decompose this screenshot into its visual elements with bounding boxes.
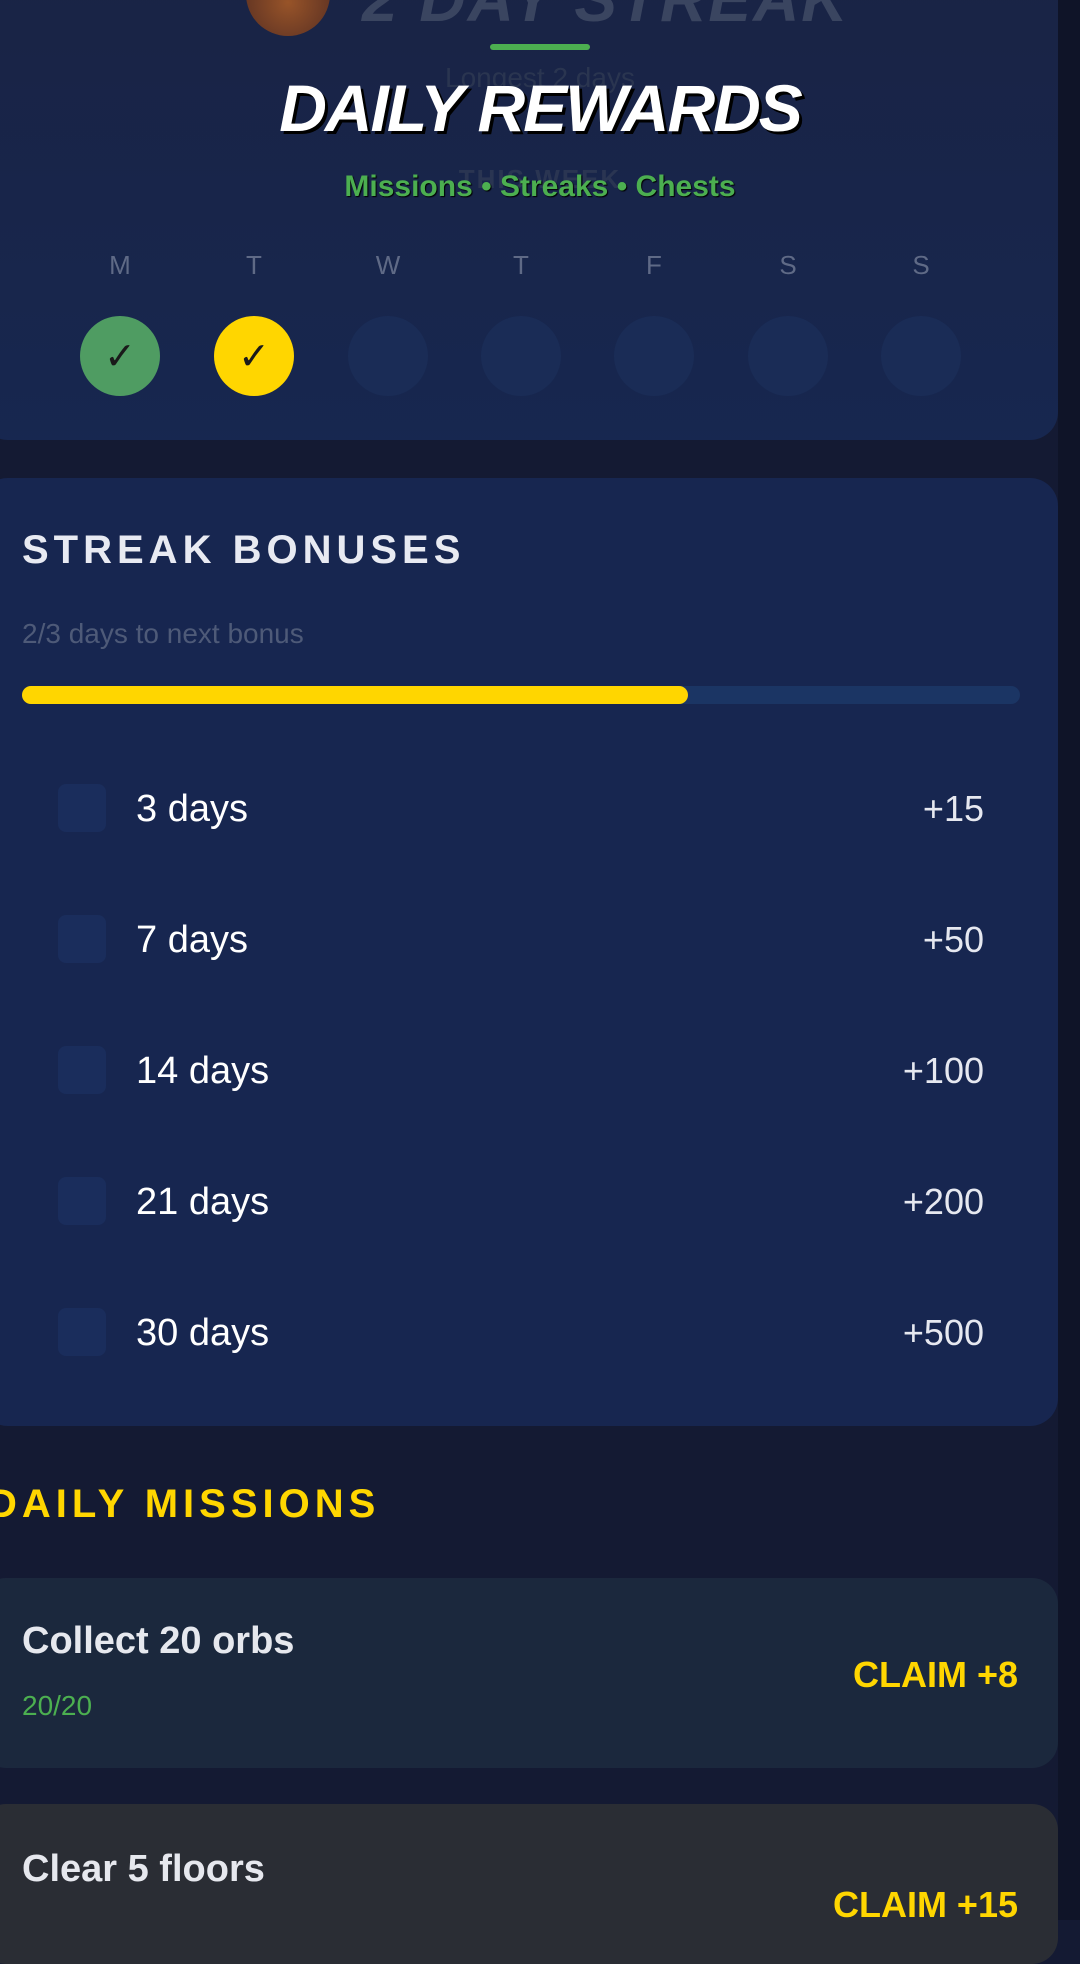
day-saturday: S	[748, 250, 828, 396]
mission-name: Clear 5 floors	[22, 1848, 265, 1890]
daily-missions-title: DAILY MISSIONS	[0, 1482, 381, 1526]
day-label: T	[246, 250, 262, 280]
day-thursday: T	[481, 250, 561, 396]
day-sunday: S	[881, 250, 961, 396]
page-title: DAILY REWARDS	[279, 71, 803, 145]
day-status-dot	[348, 316, 428, 396]
day-wednesday: W	[348, 250, 428, 396]
bonus-checkbox	[58, 1046, 106, 1094]
day-status-dot: ✓	[80, 316, 160, 396]
bonus-row: 14 days +100	[0, 1040, 1058, 1100]
day-friday: F	[614, 250, 694, 396]
day-status-dot	[614, 316, 694, 396]
streak-progress-text: 2/3 days to next bonus	[22, 618, 304, 649]
screen-edge	[1058, 0, 1080, 1920]
title-accent-bar	[490, 44, 590, 50]
bonus-checkbox	[58, 1177, 106, 1225]
page-subtitle: Missions • Streaks • Chests	[344, 170, 736, 203]
day-monday: M ✓	[80, 250, 160, 396]
bonus-row: 30 days +500	[0, 1302, 1058, 1362]
bonus-days: 7 days	[136, 919, 248, 961]
check-icon: ✓	[104, 335, 136, 378]
mission-name: Collect 20 orbs	[22, 1620, 295, 1662]
day-label: S	[912, 250, 930, 280]
day-status-dot: ✓	[214, 316, 294, 396]
bonus-reward: +500	[902, 1312, 984, 1353]
bonus-row: 3 days +15	[0, 778, 1058, 838]
bonus-days: 21 days	[136, 1181, 270, 1223]
bonus-checkbox	[58, 1308, 106, 1356]
streak-progress-fill	[22, 686, 688, 704]
bonus-days: 30 days	[136, 1312, 270, 1354]
mission-progress: 20/20	[22, 1690, 93, 1721]
mission-card: Collect 20 orbs 20/20 CLAIM +8	[0, 1578, 1058, 1768]
streak-bonuses-title: STREAK BONUSES	[22, 528, 466, 572]
streak-progress-bar	[22, 686, 1020, 704]
bonus-days: 3 days	[136, 788, 248, 830]
claim-button[interactable]: CLAIM +8	[853, 1654, 1018, 1696]
day-status-dot	[481, 316, 561, 396]
day-status-dot	[881, 316, 961, 396]
bonus-reward: +100	[902, 1050, 984, 1091]
bonus-reward: +15	[922, 788, 984, 829]
day-tuesday: T ✓	[214, 250, 294, 396]
mission-card: Clear 5 floors CLAIM +15	[0, 1804, 1058, 1964]
check-icon: ✓	[238, 335, 270, 378]
day-status-dot	[748, 316, 828, 396]
bonus-days: 14 days	[136, 1050, 270, 1092]
bonus-reward: +50	[922, 919, 984, 960]
day-label: F	[646, 250, 662, 280]
bonus-row: 7 days +50	[0, 909, 1058, 969]
bonus-checkbox	[58, 915, 106, 963]
day-label: S	[779, 250, 797, 280]
day-label: T	[513, 250, 529, 280]
bonus-checkbox	[58, 784, 106, 832]
bonus-row: 21 days +200	[0, 1171, 1058, 1231]
streak-headline: 2 DAY STREAK	[362, 0, 850, 36]
bonus-reward: +200	[902, 1181, 984, 1222]
day-label: M	[109, 250, 131, 280]
day-label: W	[375, 250, 401, 280]
